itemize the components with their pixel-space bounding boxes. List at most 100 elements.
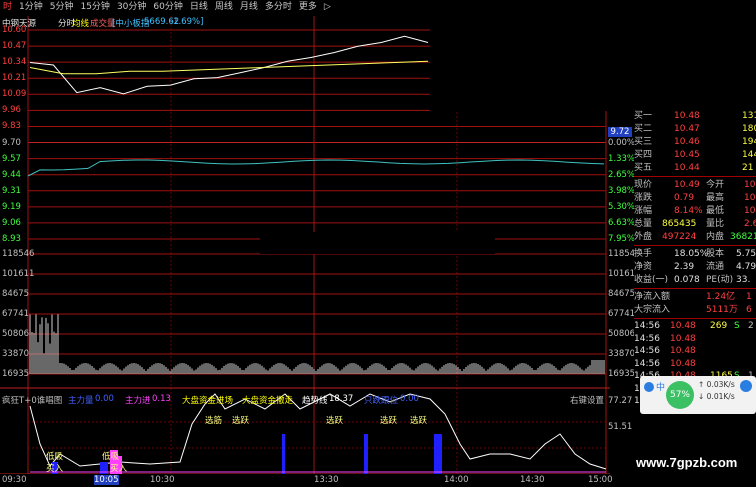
ind-axis-high: 77.27 [608,396,633,406]
stat2-key2: 流通 [706,262,725,272]
time-tick: 10:05 [94,475,119,485]
period-tab[interactable]: 更多 [296,0,321,14]
stat-value2: 10.0 [744,206,756,216]
stat2-value: 18.05% [674,249,709,259]
bid-price: 10.45 [674,150,700,160]
period-toolbar: 时 1分钟 5分钟 15分钟 30分钟 60分钟 日线 周线 月线 多分时 更多 ▷ [0,0,756,14]
period-tab[interactable]: 15分钟 [77,0,113,14]
price-tick: 9.19 [2,201,21,212]
period-tab[interactable]: 多分时 [262,0,296,14]
period-tab[interactable]: 5分钟 [47,0,78,14]
flow-extra: 6 [746,305,752,315]
signal-tag: 选跃 [326,416,344,426]
indicator-item-value: 0.13 [152,394,171,404]
stat-value2: 10.6 [744,193,756,203]
stat2-key2: PE(动) [706,275,734,285]
period-tab[interactable]: 时 [0,0,16,14]
stat-value: 10.49 [674,180,700,190]
period-tab[interactable]: 30分钟 [114,0,150,14]
volume-bars [29,314,605,374]
bid-row: 买二 10.47 180 [634,123,756,135]
stat2-key: 收益(一) [634,275,669,285]
stat2-row: 净资 2.39 流通 4.79亿 [634,261,756,273]
download-speed: ↓ 0.01K/s [698,392,735,401]
buy-tag: 低吸 [46,452,64,462]
settings-icon[interactable] [740,380,752,392]
stat-row: 外盘 497224 内盘 36821 [634,231,756,243]
tick-time: 14:56 [634,346,660,356]
price-tick: 9.70 [2,137,21,148]
pct-tick: 3.98% [608,185,636,196]
price-tick: 10.47 [2,41,27,52]
flow-extra: 1 [746,292,752,302]
bid-name: 买二 [634,124,653,134]
separator [634,176,756,177]
settings-link[interactable]: 右键设置 [570,394,604,406]
upload-value: 0.03K/s [706,380,735,389]
vol-tick-right: 50806 [608,329,636,339]
cpu-gauge: 57% [666,381,694,409]
stat-value: 8.14% [674,206,703,216]
bid-name: 买五 [634,163,653,173]
tick-time: 14:56 [634,321,660,331]
stat-value: 865435 [662,219,697,229]
period-tab[interactable]: 日线 [187,0,212,14]
price-tick: 9.96 [2,105,21,116]
flow-row: 净流入额 1.24亿 1 [634,291,756,303]
avg-line [29,60,429,75]
price-tick: 9.57 [2,153,21,164]
price-tick: 10.09 [2,89,27,100]
price-tick: 9.31 [2,185,21,196]
vol-tick: 50806 [2,329,30,339]
network-monitor-widget[interactable]: 中 57% ↑ 0.03K/s ↓ 0.01K/s [640,376,756,414]
flow-key: 净流入额 [634,292,671,302]
price-tick: 9.06 [2,217,21,228]
indicator-item-label: 大盘资金进场 [182,396,234,406]
time-tick: 09:30 [2,475,27,485]
indicator-item-label: 趋势线 [302,396,328,406]
price-tick: 9.44 [2,169,21,180]
flow-row: 大宗流入 5111万 6 [634,304,756,316]
stat-row: 涨幅 8.14%最低 10.0 [634,205,756,217]
indicator-item-label: 大盘资金撤走 [242,396,294,406]
stat-key: 现价 [634,180,653,190]
bid-price: 10.48 [674,111,700,121]
indicator-item-value: 18.37 [329,394,354,404]
period-tab[interactable]: 周线 [212,0,237,14]
site-watermark: www.7gpzb.com [636,455,738,470]
download-value: 0.01K/s [706,392,735,401]
flow-value: 5111万 [706,305,738,315]
tick-time: 14:56 [634,333,660,344]
time-tick: 13:30 [314,475,339,485]
bid-vol: 194 [742,137,756,147]
vol-tick-right: 16935 [608,369,636,379]
tick-dir: S [734,321,740,331]
ind-axis-low: 51.51 [608,422,633,432]
stat2-row: 换手 18.05%股本 5.75亿 [634,248,756,260]
tick-num: 2 [748,321,754,331]
vol-tick-right: 84675 [608,289,636,299]
period-tab[interactable]: 1分钟 [16,0,47,14]
time-tick: 14:00 [444,475,469,485]
buy-tag: 低吸 [102,452,120,462]
period-tab[interactable]: 月线 [237,0,262,14]
flow-value: 1.24亿 [706,292,736,302]
indicator-item-label: 主力量 [68,396,94,406]
more-arrow-icon[interactable]: ▷ [321,0,335,14]
stat-key: 涨幅 [634,206,653,216]
period-tab[interactable]: 60分钟 [150,0,186,14]
index-line [27,159,605,177]
stat-key: 外盘 [634,232,653,242]
stat-key2: 内盘 [706,232,725,242]
stat-value2: 10.2 [744,180,756,190]
price-tick: 8.93 [2,234,21,244]
bid-name: 买一 [634,111,653,121]
stat-value2: 36821 [730,232,756,242]
tick-row: 14:56 10.48 [634,345,756,357]
vol-tick: 118546 [2,249,35,259]
indicator-title: 疯狂T+0谁唱图 [2,396,63,406]
upload-speed: ↑ 0.03K/s [698,380,735,389]
stat-key: 涨跌 [634,193,653,203]
separator [634,318,756,319]
zero-pct: 0.00% [608,138,636,148]
